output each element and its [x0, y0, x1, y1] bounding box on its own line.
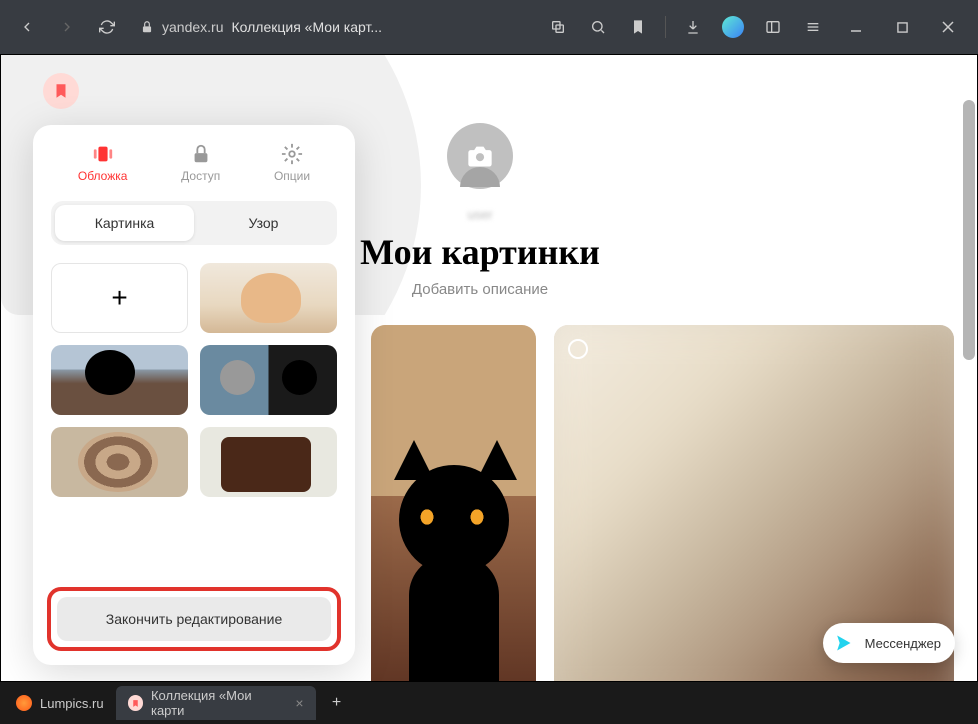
lock-icon — [140, 20, 154, 34]
close-tab-icon[interactable]: × — [295, 695, 303, 711]
forward-button[interactable] — [50, 10, 84, 44]
tab-cover[interactable]: Обложка — [78, 143, 128, 183]
cover-thumb-1[interactable] — [200, 263, 337, 333]
alisa-icon[interactable] — [716, 10, 750, 44]
sidebar-icon[interactable] — [756, 10, 790, 44]
highlight-annotation: Закончить редактирование — [47, 587, 341, 651]
cover-icon — [92, 143, 114, 165]
close-button[interactable] — [928, 10, 968, 44]
browser-tab-2[interactable]: Коллекция «Мои карти × — [116, 686, 316, 720]
edit-panel: Обложка Доступ Опции Картинка Узор + Зак… — [33, 125, 355, 665]
menu-icon[interactable] — [796, 10, 830, 44]
minimize-button[interactable] — [836, 10, 876, 44]
copy-icon[interactable] — [541, 10, 575, 44]
url-domain: yandex.ru — [162, 19, 223, 35]
reload-button[interactable] — [90, 10, 124, 44]
page-content: user Мои картинки Добавить описание Обло… — [0, 54, 978, 682]
gear-icon — [281, 143, 303, 165]
browser-tab-1[interactable]: Lumpics.ru — [4, 686, 116, 720]
downloads-icon[interactable] — [676, 10, 710, 44]
maximize-button[interactable] — [882, 10, 922, 44]
subtab-switcher: Картинка Узор — [51, 201, 337, 245]
browser-tab-bar: Lumpics.ru Коллекция «Мои карти × + — [0, 682, 978, 724]
browser-top-bar: yandex.ru Коллекция «Мои карт... — [0, 0, 978, 54]
cover-thumb-4[interactable] — [51, 427, 188, 497]
tab-access[interactable]: Доступ — [181, 143, 220, 183]
select-circle-icon[interactable] — [568, 339, 588, 359]
favicon-icon — [16, 695, 32, 711]
scrollbar[interactable] — [963, 55, 975, 681]
tab-options[interactable]: Опции — [274, 143, 310, 183]
add-cover-button[interactable]: + — [51, 263, 188, 333]
url-title: Коллекция «Мои карт... — [231, 19, 382, 35]
subtab-picture[interactable]: Картинка — [55, 205, 194, 241]
cover-thumb-3[interactable] — [200, 345, 337, 415]
back-button[interactable] — [10, 10, 44, 44]
avatar-upload[interactable] — [439, 115, 521, 197]
messenger-button[interactable]: Мессенджер — [823, 623, 955, 663]
camera-icon — [466, 142, 494, 170]
collection-card-1[interactable] — [371, 325, 536, 682]
cover-thumb-5[interactable] — [200, 427, 337, 497]
finish-editing-button[interactable]: Закончить редактирование — [57, 597, 331, 641]
username: user — [467, 207, 492, 222]
search-icon[interactable] — [581, 10, 615, 44]
address-bar[interactable]: yandex.ru Коллекция «Мои карт... — [130, 19, 392, 35]
new-tab-button[interactable]: + — [322, 688, 352, 718]
lock-icon — [190, 143, 212, 165]
subtab-pattern[interactable]: Узор — [194, 205, 333, 241]
yandex-collections-logo[interactable] — [43, 73, 79, 109]
favicon-icon — [128, 695, 143, 711]
bookmark-icon[interactable] — [621, 10, 655, 44]
messenger-icon — [829, 629, 857, 657]
cover-thumb-2[interactable] — [51, 345, 188, 415]
